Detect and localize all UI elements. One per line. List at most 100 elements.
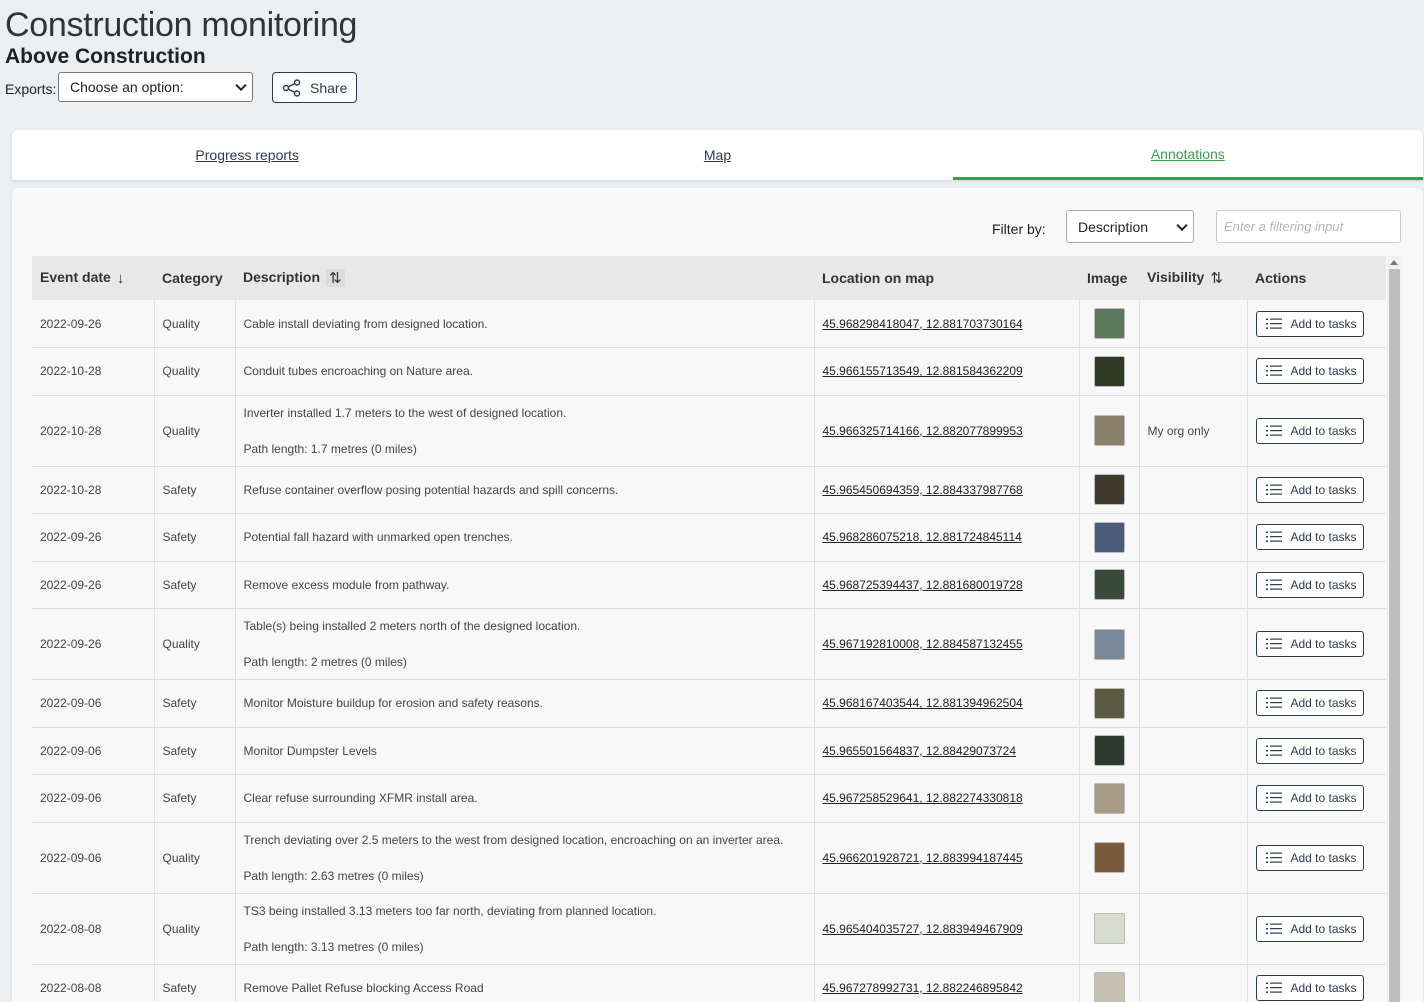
description-cell: Cable install deviating from designed lo…	[235, 300, 815, 348]
column-header-actions: Actions	[1255, 270, 1307, 286]
location-link[interactable]: 45.967258529641, 12.882274330818	[823, 791, 1023, 805]
location-link[interactable]: 45.965501564837, 12.88429073724	[823, 744, 1017, 758]
annotation-thumbnail[interactable]	[1093, 569, 1125, 601]
annotation-thumbnail[interactable]	[1093, 474, 1125, 506]
location-link[interactable]: 45.965404035727, 12.883949467909	[823, 922, 1023, 936]
tab-progress-reports[interactable]: Progress reports	[12, 130, 482, 180]
image-cell	[1079, 774, 1140, 822]
add-to-tasks-button[interactable]: Add to tasks	[1255, 476, 1364, 503]
visibility-cell	[1139, 727, 1248, 775]
category-cell: Safety	[154, 727, 236, 775]
annotation-thumbnail[interactable]	[1093, 782, 1125, 814]
annotation-thumbnail[interactable]	[1093, 355, 1125, 387]
exports-select[interactable]: Choose an option:	[58, 72, 253, 102]
location-link[interactable]: 45.967192810008, 12.884587132455	[823, 637, 1023, 651]
scroll-thumb[interactable]	[1389, 269, 1400, 1002]
description-cell: Trench deviating over 2.5 meters to the …	[235, 822, 815, 893]
visibility-cell	[1139, 347, 1248, 395]
column-header-description[interactable]: Description ⇅	[235, 256, 814, 300]
add-to-tasks-button[interactable]: Add to tasks	[1255, 524, 1364, 551]
sort-desc-icon[interactable]: ↓	[117, 270, 125, 287]
share-button[interactable]: Share	[272, 72, 357, 103]
table-row: 2022-08-08 Quality TS3 being installed 3.1…	[32, 893, 1386, 964]
annotation-thumbnail[interactable]	[1093, 972, 1125, 1002]
category-cell: Safety	[154, 964, 236, 1002]
actions-cell: Add to tasks	[1247, 466, 1386, 514]
visibility-cell	[1139, 466, 1248, 514]
table-row: 2022-09-06 Quality Trench deviating over 2…	[32, 822, 1386, 893]
visibility-cell	[1139, 893, 1248, 964]
description-cell: Monitor Dumpster Levels	[235, 727, 815, 775]
annotation-thumbnail[interactable]	[1093, 913, 1125, 944]
visibility-cell	[1139, 300, 1248, 348]
location-link[interactable]: 45.968725394437, 12.881680019728	[823, 578, 1023, 592]
column-header-event-date[interactable]: Event date ↓	[32, 256, 154, 300]
description-text: Remove Pallet Refuse blocking Access Roa…	[243, 980, 484, 995]
description-cell: Potential fall hazard with unmarked open…	[235, 513, 815, 561]
location-link[interactable]: 45.966155713549, 12.881584362209	[823, 364, 1023, 378]
image-cell	[1079, 300, 1140, 348]
scroll-up-arrow-icon[interactable]	[1390, 260, 1398, 265]
location-link[interactable]: 45.967278992731, 12.882246895842	[823, 981, 1023, 995]
column-header-location: Location on map	[822, 270, 934, 286]
event-date-cell: 2022-10-28	[32, 347, 155, 395]
annotation-thumbnail[interactable]	[1093, 628, 1125, 660]
table-scrollbar[interactable]	[1387, 256, 1402, 1002]
add-to-tasks-button[interactable]: Add to tasks	[1255, 844, 1364, 871]
location-link[interactable]: 45.968286075218, 12.881724845114	[823, 530, 1022, 544]
actions-cell: Add to tasks	[1247, 775, 1386, 823]
add-to-tasks-button[interactable]: Add to tasks	[1255, 571, 1364, 598]
description-text: Conduit tubes encroaching on Nature area…	[243, 364, 473, 379]
description-cell: Refuse container overflow posing potenti…	[235, 466, 815, 514]
category-cell: Safety	[154, 774, 236, 822]
annotation-thumbnail[interactable]	[1093, 687, 1125, 719]
location-link[interactable]: 45.965450694359, 12.884337987768	[823, 483, 1023, 497]
filter-input[interactable]	[1216, 210, 1401, 243]
sort-toggle-icon[interactable]: ⇅	[326, 269, 345, 288]
location-link[interactable]: 45.968167403544, 12.881394962504	[823, 696, 1023, 710]
category-cell: Quality	[154, 893, 236, 964]
add-to-tasks-button[interactable]: Add to tasks	[1255, 785, 1364, 812]
list-icon	[1265, 318, 1282, 329]
sort-toggle-icon[interactable]: ⇅	[1210, 269, 1223, 287]
table-row: 2022-09-26 Safety Potential fall hazard wi…	[32, 513, 1386, 561]
description-text: Clear refuse surrounding XFMR install ar…	[243, 791, 478, 806]
location-cell: 45.967278992731, 12.882246895842	[814, 964, 1080, 1002]
add-to-tasks-button[interactable]: Add to tasks	[1255, 915, 1364, 942]
table-row: 2022-10-28 Quality Inverter installed 1.7 …	[32, 395, 1386, 466]
visibility-cell	[1139, 774, 1248, 822]
add-to-tasks-button[interactable]: Add to tasks	[1255, 310, 1364, 337]
list-icon	[1265, 579, 1282, 590]
app-title: Construction monitoring	[5, 6, 358, 44]
annotation-thumbnail[interactable]	[1093, 415, 1125, 446]
add-to-tasks-button[interactable]: Add to tasks	[1255, 737, 1364, 764]
actions-cell: Add to tasks	[1247, 395, 1386, 466]
filter-select[interactable]: Description	[1066, 210, 1194, 243]
description-cell: Clear refuse surrounding XFMR install ar…	[235, 774, 815, 822]
event-date-cell: 2022-09-26	[32, 561, 155, 609]
add-to-tasks-button[interactable]: Add to tasks	[1255, 690, 1364, 717]
annotation-thumbnail[interactable]	[1093, 521, 1125, 553]
description-text: Monitor Moisture buildup for erosion and…	[243, 696, 544, 711]
location-link[interactable]: 45.966201928721, 12.883994187445	[823, 851, 1023, 865]
annotation-thumbnail[interactable]	[1093, 842, 1125, 873]
annotation-thumbnail[interactable]	[1093, 308, 1125, 339]
table-row: 2022-09-06 Safety Monitor Moisture buildup…	[32, 679, 1386, 727]
add-to-tasks-button[interactable]: Add to tasks	[1255, 974, 1364, 1001]
category-cell: Safety	[154, 466, 236, 514]
add-to-tasks-button[interactable]: Add to tasks	[1255, 417, 1364, 444]
tab-annotations[interactable]: Annotations	[952, 130, 1423, 180]
add-to-tasks-button[interactable]: Add to tasks	[1255, 631, 1364, 657]
tab-map[interactable]: Map	[482, 130, 952, 180]
location-cell: 45.968167403544, 12.881394962504	[814, 679, 1080, 727]
add-to-tasks-button[interactable]: Add to tasks	[1255, 358, 1364, 385]
location-link[interactable]: 45.966325714166, 12.882077899953	[823, 424, 1023, 438]
column-header-image: Image	[1087, 270, 1128, 286]
tab-bar: Progress reports Map Annotations	[12, 130, 1423, 180]
add-to-tasks-label: Add to tasks	[1290, 316, 1357, 331]
location-link[interactable]: 45.968298418047, 12.881703730164	[823, 317, 1023, 331]
column-header-visibility[interactable]: Visibility ⇅	[1139, 256, 1247, 300]
visibility-cell: My org only	[1139, 395, 1248, 466]
annotation-thumbnail[interactable]	[1093, 735, 1125, 767]
list-icon	[1265, 923, 1282, 934]
